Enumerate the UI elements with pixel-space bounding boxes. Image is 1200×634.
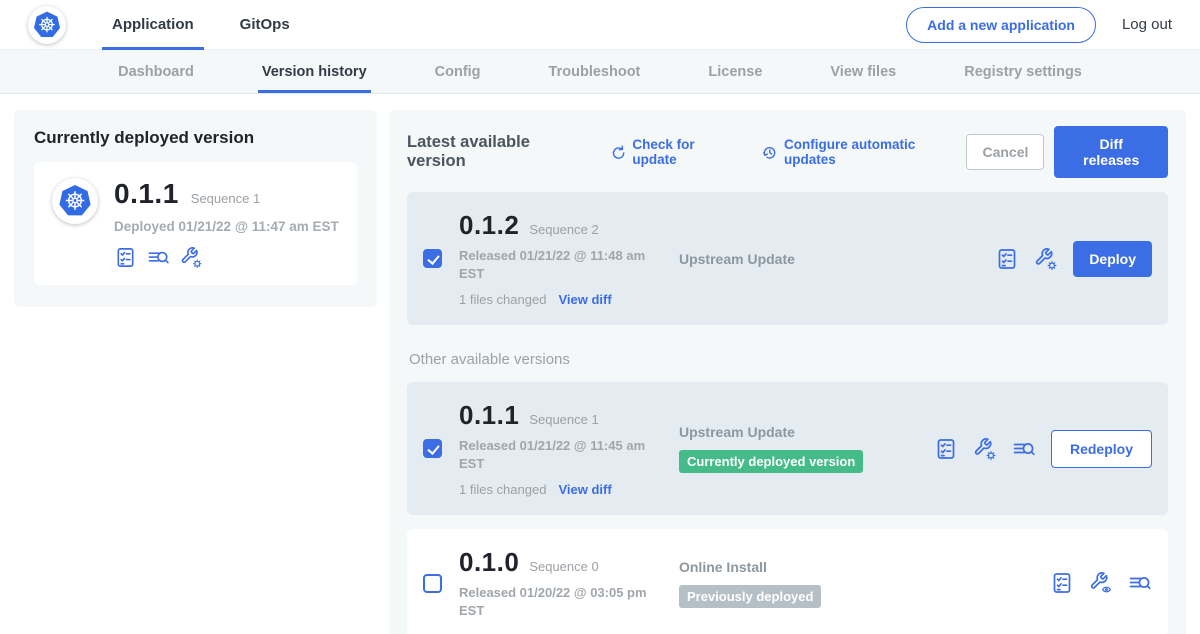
released-timestamp: Released 01/20/22 @ 03:05 pm EST	[459, 584, 651, 619]
deployed-panel-title: Currently deployed version	[34, 128, 357, 148]
view-diff-lines-icon[interactable]	[1012, 437, 1036, 461]
currently-deployed-badge: Currently deployed version	[679, 450, 863, 473]
view-diff-link[interactable]: View diff	[558, 482, 611, 497]
config-wrench-gear-icon[interactable]	[180, 246, 203, 269]
subnav-tab-view-files[interactable]: View files	[828, 50, 898, 93]
version-card-0-1-2: 0.1.2 Sequence 2 Released 01/21/22 @ 11:…	[407, 192, 1168, 325]
deployed-app-logo	[52, 178, 98, 224]
preflight-checklist-icon[interactable]	[1050, 571, 1074, 595]
config-wrench-gear-icon[interactable]	[1034, 247, 1058, 271]
view-config-wrench-eye-icon[interactable]	[1089, 571, 1113, 595]
logout-button[interactable]: Log out	[1122, 16, 1172, 33]
preflight-checklist-icon[interactable]	[934, 437, 958, 461]
subnav-tab-config[interactable]: Config	[433, 50, 483, 93]
deployed-version-card: 0.1.1 Sequence 1 Deployed 01/21/22 @ 11:…	[34, 162, 357, 285]
other-versions-title: Other available versions	[409, 351, 1168, 368]
redeploy-button[interactable]: Redeploy	[1051, 430, 1152, 468]
released-timestamp: Released 01/21/22 @ 11:45 am EST	[459, 437, 651, 472]
configure-automatic-updates-label: Configure automatic updates	[784, 137, 967, 167]
preflight-checklist-icon[interactable]	[995, 247, 1019, 271]
deployed-sequence-label: Sequence 1	[191, 191, 260, 206]
released-timestamp: Released 01/21/22 @ 11:48 am EST	[459, 247, 651, 282]
check-for-update-label: Check for update	[632, 137, 740, 167]
add-application-button[interactable]: Add a new application	[906, 7, 1096, 43]
sequence-label: Sequence 1	[529, 412, 598, 427]
files-changed-label: 1 files changed	[459, 292, 546, 307]
app-logo	[28, 6, 66, 44]
version-number: 0.1.2	[459, 210, 519, 241]
sequence-label: Sequence 2	[529, 222, 598, 237]
available-panel-title: Latest available version	[407, 133, 589, 171]
version-source-label: Upstream Update	[679, 424, 934, 440]
previously-deployed-badge: Previously deployed	[679, 585, 821, 608]
version-checkbox[interactable]	[423, 439, 442, 458]
deployed-version-number: 0.1.1	[114, 178, 179, 210]
version-card-0-1-1: 0.1.1 Sequence 1 Released 01/21/22 @ 11:…	[407, 382, 1168, 515]
refresh-icon	[609, 144, 626, 161]
subnav-tab-license[interactable]: License	[706, 50, 764, 93]
files-changed-label: 1 files changed	[459, 482, 546, 497]
topnav-tab-gitops[interactable]: GitOps	[230, 0, 300, 50]
diff-releases-button[interactable]: Diff releases	[1054, 126, 1168, 178]
version-checkbox[interactable]	[423, 249, 442, 268]
auto-update-clock-icon	[760, 143, 778, 161]
kubernetes-logo-icon	[32, 10, 62, 40]
topnav-tab-application[interactable]: Application	[102, 0, 204, 50]
version-source-label: Upstream Update	[679, 251, 934, 267]
kubernetes-logo-icon	[57, 183, 93, 219]
config-wrench-gear-icon[interactable]	[973, 437, 997, 461]
check-for-update-link[interactable]: Check for update	[609, 137, 740, 167]
deploy-button[interactable]: Deploy	[1073, 241, 1152, 277]
top-navigation: Application GitOps Add a new application…	[0, 0, 1200, 50]
view-diff-lines-icon[interactable]	[1128, 571, 1152, 595]
cancel-button[interactable]: Cancel	[966, 134, 1044, 170]
view-diff-lines-icon[interactable]	[147, 246, 170, 269]
currently-deployed-panel: Currently deployed version 0	[14, 110, 377, 307]
view-diff-link[interactable]: View diff	[558, 292, 611, 307]
main-content: Currently deployed version 0	[0, 94, 1200, 634]
version-number: 0.1.0	[459, 547, 519, 578]
deployed-timestamp: Deployed 01/21/22 @ 11:47 am EST	[114, 219, 339, 234]
sequence-label: Sequence 0	[529, 559, 598, 574]
app-sub-navigation: Dashboard Version history Config Trouble…	[0, 50, 1200, 94]
available-panel-header: Latest available version Check for updat…	[407, 126, 1168, 178]
available-versions-panel: Latest available version Check for updat…	[389, 110, 1186, 634]
configure-automatic-updates-link[interactable]: Configure automatic updates	[760, 137, 967, 167]
subnav-tab-registry-settings[interactable]: Registry settings	[962, 50, 1084, 93]
subnav-tab-version-history[interactable]: Version history	[260, 50, 369, 93]
version-number: 0.1.1	[459, 400, 519, 431]
subnav-tab-troubleshoot[interactable]: Troubleshoot	[547, 50, 643, 93]
preflight-checklist-icon[interactable]	[114, 246, 137, 269]
version-source-label: Online Install	[679, 559, 934, 575]
version-card-0-1-0: 0.1.0 Sequence 0 Released 01/20/22 @ 03:…	[407, 529, 1168, 634]
subnav-tab-dashboard[interactable]: Dashboard	[116, 50, 196, 93]
version-checkbox[interactable]	[423, 574, 442, 593]
